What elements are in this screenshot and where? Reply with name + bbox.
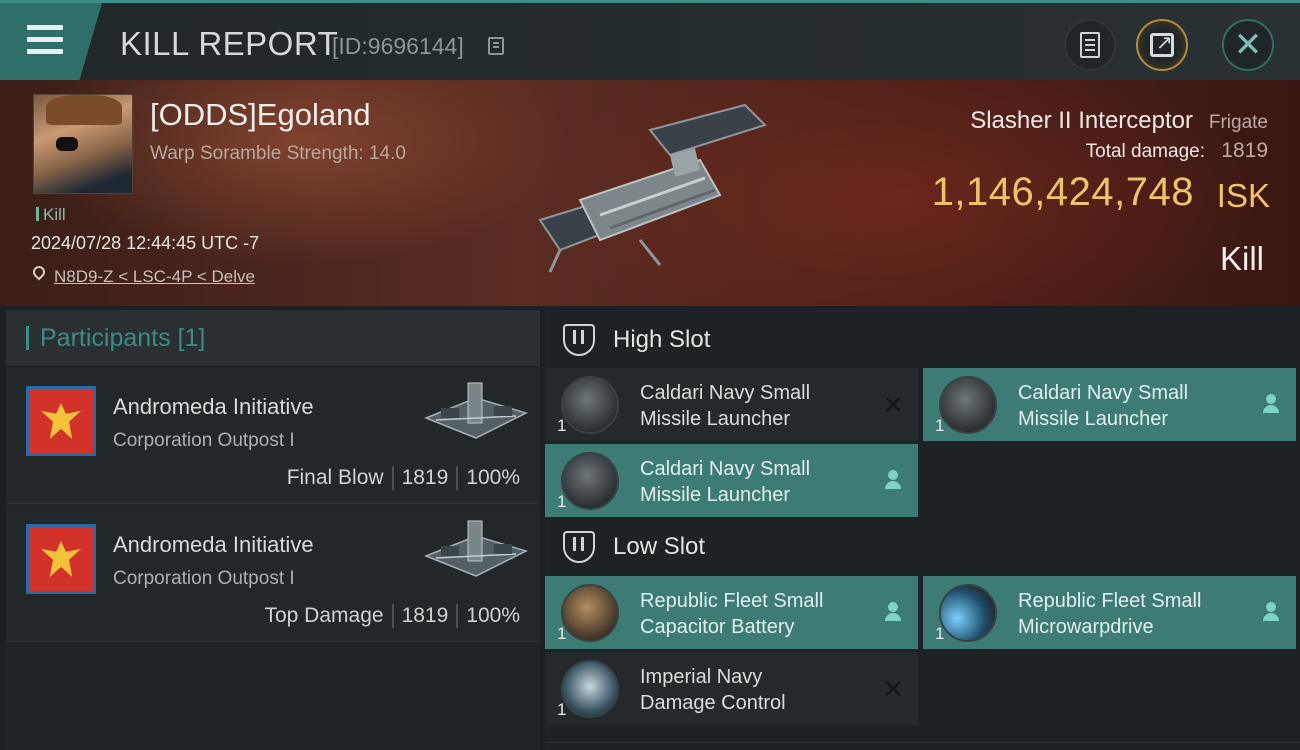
participant-damage: 1819 (391, 604, 457, 628)
low-slot-icon (563, 531, 595, 563)
module-name: Caldari Navy Small Missile Launcher (640, 458, 811, 506)
total-damage-label: Total damage: (1085, 141, 1205, 162)
share-icon (1150, 30, 1174, 57)
participants-panel: Participants [1] Andromeda Initiative Co… (6, 310, 540, 750)
missile-launcher-icon (561, 376, 619, 434)
share-button[interactable] (1136, 19, 1188, 71)
ship-image (538, 103, 767, 273)
header-bar: KILL REPORT [ID:9696144] ✕ (0, 0, 1300, 80)
victim-portrait[interactable] (33, 94, 133, 194)
module-name: Caldari Navy Small Missile Launcher (1018, 382, 1189, 430)
module-name: Republic Fleet Small Microwarpdrive (1018, 590, 1202, 638)
dropped-person-icon (884, 470, 902, 492)
corp-logo (26, 386, 96, 456)
hamburger-icon (27, 25, 63, 55)
kill-tag: Kill (36, 205, 66, 225)
module-qty: 1 (557, 492, 567, 511)
isk-value: 1,146,424,748 (931, 170, 1194, 214)
module-qty: 1 (557, 700, 567, 719)
participant-stats: Top Damage 1819 100% (256, 604, 528, 628)
location-pin-icon (30, 263, 48, 281)
victim-name[interactable]: [ODDS]Egoland (150, 97, 371, 133)
ship-name[interactable]: Slasher II Interceptor (970, 107, 1193, 135)
participants-header: Participants [1] (6, 310, 540, 366)
corp-logo (26, 524, 96, 594)
high-slot-icon (563, 324, 595, 356)
module-qty: 1 (557, 624, 567, 643)
module-name: Imperial Navy Damage Control (640, 666, 786, 714)
fitting-slots-panel: High Slot 1 Caldari Navy Small Missile L… (545, 310, 1300, 750)
outpost-image (423, 382, 529, 439)
report-button[interactable] (1064, 19, 1116, 71)
next-slot-header-peek (545, 742, 1300, 750)
participant-corp: Andromeda Initiative (113, 394, 314, 419)
participant-ship: Corporation Outpost I (113, 430, 295, 451)
phoenix-icon (41, 403, 81, 439)
missile-launcher-icon (561, 452, 619, 510)
participant-ship: Corporation Outpost I (113, 568, 295, 589)
module-qty: 1 (935, 624, 945, 643)
participant-role: Top Damage (264, 604, 384, 627)
kill-result-label: Kill (1219, 240, 1264, 277)
module-item[interactable]: 1 Caldari Navy Small Missile Launcher ✕ (545, 368, 918, 441)
module-item[interactable]: 1 Republic Fleet Small Microwarpdrive (923, 576, 1296, 649)
module-name: Caldari Navy Small Missile Launcher (640, 382, 811, 430)
kill-timestamp: 2024/07/28 12:44:45 UTC -7 (31, 233, 260, 253)
participant-role: Final Blow (286, 466, 384, 489)
copy-icon[interactable] (488, 37, 504, 55)
report-id: [ID:9696144] (332, 33, 464, 59)
participant-row[interactable]: Andromeda Initiative Corporation Outpost… (6, 368, 540, 504)
destroyed-icon: ✕ (882, 390, 904, 420)
module-item[interactable]: 1 Republic Fleet Small Capacitor Battery (545, 576, 918, 649)
module-item[interactable]: 1 Caldari Navy Small Missile Launcher (545, 444, 918, 517)
phoenix-icon (41, 541, 81, 577)
participant-percent: 100% (456, 604, 528, 628)
module-item[interactable]: 1 Caldari Navy Small Missile Launcher (923, 368, 1296, 441)
close-button[interactable]: ✕ (1222, 19, 1274, 71)
module-item[interactable]: 1 Imperial Navy Damage Control ✕ (545, 652, 918, 725)
victim-banner: [ODDS]Egoland Warp Soramble Strength: 14… (0, 80, 1300, 306)
participant-percent: 100% (456, 466, 528, 490)
module-qty: 1 (935, 416, 945, 435)
participant-row[interactable]: Andromeda Initiative Corporation Outpost… (6, 506, 540, 642)
ship-class: Frigate (1208, 112, 1268, 133)
damage-control-icon (561, 660, 619, 718)
warp-scramble-strength: Warp Soramble Strength: 14.0 (150, 143, 406, 164)
low-slot-title: Low Slot (613, 533, 706, 560)
dropped-person-icon (1262, 394, 1280, 416)
participant-stats: Final Blow 1819 100% (279, 466, 528, 490)
high-slot-header: High Slot (545, 312, 1300, 368)
total-damage-value: 1819 (1221, 139, 1268, 162)
menu-button[interactable] (0, 3, 102, 80)
microwarpdrive-icon (939, 584, 997, 642)
kill-location-link[interactable]: N8D9-Z < LSC-4P < Delve (54, 267, 255, 287)
module-name: Republic Fleet Small Capacitor Battery (640, 590, 824, 638)
page-title: KILL REPORT (120, 25, 339, 62)
missile-launcher-icon (939, 376, 997, 434)
participant-damage: 1819 (391, 466, 457, 490)
module-qty: 1 (557, 416, 567, 435)
dropped-person-icon (1262, 602, 1280, 624)
high-slot-title: High Slot (613, 326, 711, 353)
capacitor-battery-icon (561, 584, 619, 642)
isk-unit: ISK (1216, 177, 1270, 214)
dropped-person-icon (884, 602, 902, 624)
destroyed-icon: ✕ (882, 674, 904, 704)
low-slot-header: Low Slot (545, 519, 1300, 575)
clipboard-icon (1080, 32, 1100, 58)
participant-corp: Andromeda Initiative (113, 532, 314, 557)
close-icon: ✕ (1233, 26, 1263, 64)
outpost-image (423, 520, 529, 577)
